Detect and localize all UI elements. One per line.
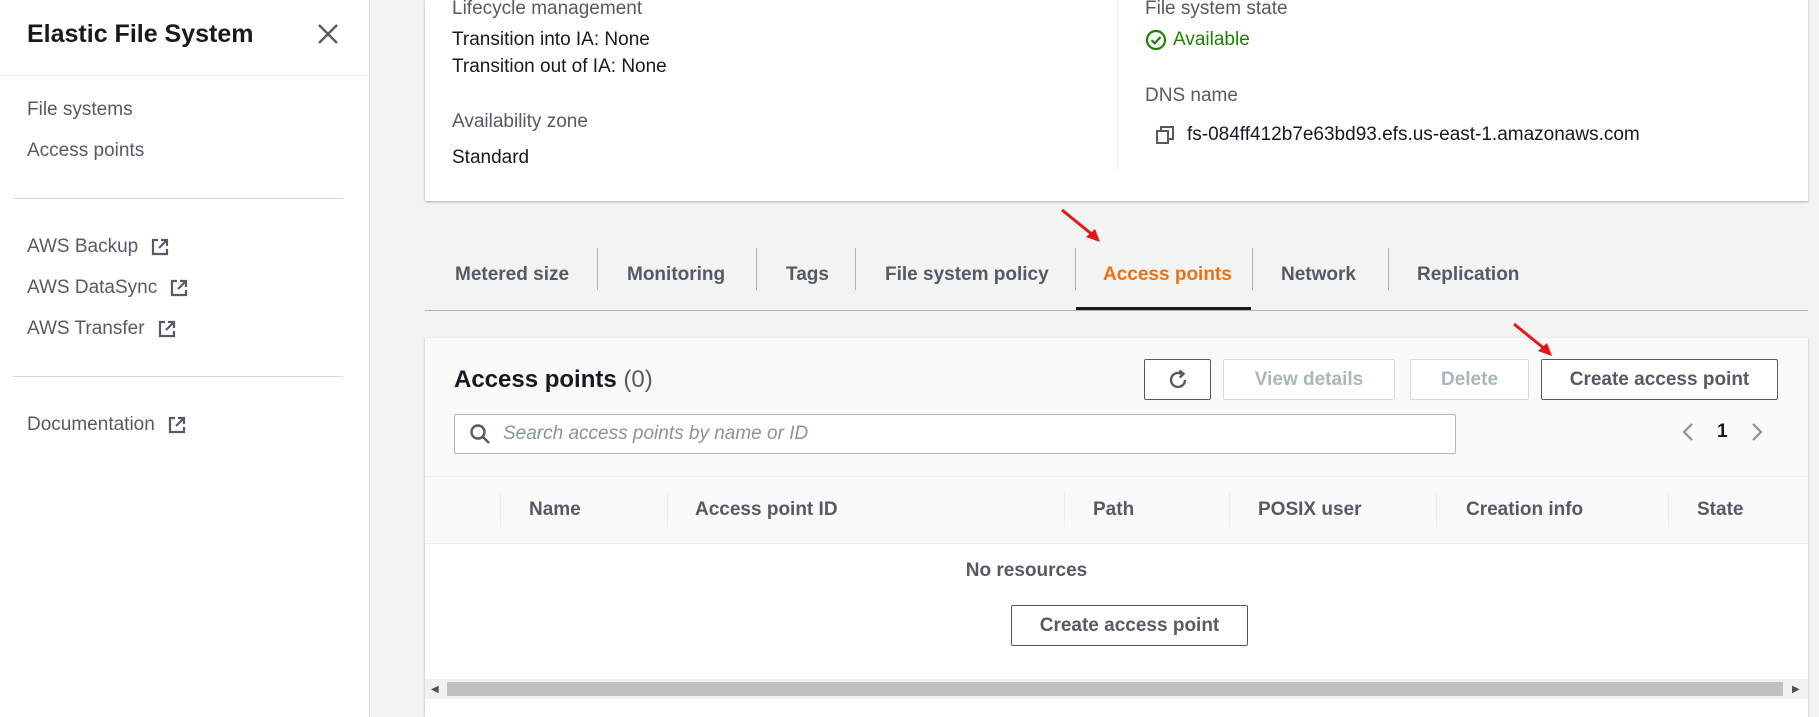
item-count: (0) (623, 366, 653, 393)
tab-monitoring[interactable]: Monitoring (627, 240, 725, 310)
next-page-icon[interactable] (1750, 421, 1764, 443)
horizontal-scrollbar[interactable]: ◀ ▶ (425, 679, 1808, 699)
file-system-state-label: File system state (1145, 0, 1288, 19)
file-system-state-value: Available (1173, 29, 1250, 50)
tab-divider (1252, 248, 1253, 290)
tab-metered-size[interactable]: Metered size (455, 240, 569, 310)
previous-page-icon[interactable] (1681, 421, 1695, 443)
delete-button[interactable]: Delete (1410, 359, 1529, 400)
refresh-icon (1169, 369, 1186, 388)
external-link-icon (168, 416, 185, 434)
sidebar-divider (13, 198, 343, 199)
availability-zone-label: Availability zone (452, 111, 588, 132)
dns-name-row: fs-084ff412b7e63bd93.efs.us-east-1.amazo… (1155, 124, 1640, 146)
sidebar-item-aws-transfer[interactable]: AWS Transfer (27, 318, 177, 340)
tab-tags[interactable]: Tags (786, 240, 829, 310)
column-header-access-point-id[interactable]: Access point ID (695, 477, 838, 543)
sidebar-divider (13, 376, 343, 377)
column-divider (1668, 493, 1669, 527)
lifecycle-label: Lifecycle management (452, 0, 643, 19)
view-details-button[interactable]: View details (1223, 359, 1395, 400)
tab-access-points[interactable]: Access points (1103, 240, 1232, 310)
sidebar-item-label: AWS Backup (27, 236, 139, 257)
refresh-button[interactable] (1144, 359, 1211, 400)
panel-title-text: Access points (454, 366, 617, 393)
column-divider (667, 493, 668, 527)
scroll-right-icon[interactable]: ▶ (1792, 684, 1800, 695)
column-divider (500, 493, 501, 527)
scrollbar-thumb[interactable] (447, 682, 1783, 696)
table-header: Name Access point ID Path POSIX user Cre… (425, 476, 1808, 544)
empty-state-create-button[interactable]: Create access point (1011, 605, 1248, 646)
pagination: 1 (1681, 421, 1764, 443)
sidebar-item-aws-datasync[interactable]: AWS DataSync (27, 277, 189, 299)
column-header-state[interactable]: State (1697, 477, 1743, 543)
check-circle-icon (1145, 29, 1167, 51)
external-link-icon (158, 320, 175, 338)
column-divider (1229, 493, 1230, 527)
dns-name-label: DNS name (1145, 85, 1238, 106)
active-tab-indicator (1076, 307, 1251, 310)
column-header-posix-user[interactable]: POSIX user (1258, 477, 1362, 543)
tab-divider (1388, 248, 1389, 290)
sidebar-item-documentation[interactable]: Documentation (27, 414, 187, 436)
external-link-icon (171, 279, 188, 297)
transition-out-value: Transition out of IA: None (452, 56, 667, 77)
sidebar-item-label: AWS Transfer (27, 318, 145, 339)
tab-bar: Metered size Monitoring Tags File system… (425, 240, 1808, 311)
dns-name-value: fs-084ff412b7e63bd93.efs.us-east-1.amazo… (1187, 124, 1640, 145)
sidebar-title: Elastic File System (27, 20, 254, 48)
sidebar-item-label: AWS DataSync (27, 277, 158, 298)
file-system-summary-card: Lifecycle management Transition into IA:… (425, 0, 1808, 201)
tab-divider (597, 248, 598, 290)
column-divider (1436, 493, 1437, 527)
panel-title: Access points (0) (454, 366, 653, 394)
tab-divider (1075, 248, 1076, 290)
scroll-left-icon[interactable]: ◀ (431, 684, 439, 695)
external-link-icon (152, 238, 169, 256)
tab-file-system-policy[interactable]: File system policy (885, 240, 1049, 310)
availability-zone-value: Standard (452, 147, 530, 168)
tab-network[interactable]: Network (1281, 240, 1356, 310)
tab-replication[interactable]: Replication (1417, 240, 1519, 310)
sidebar-header: Elastic File System (0, 0, 369, 76)
create-access-point-button[interactable]: Create access point (1541, 359, 1778, 400)
side-navigation: Elastic File System File systems Access … (0, 0, 370, 717)
column-header-path[interactable]: Path (1093, 477, 1134, 543)
status-badge: Available (1145, 29, 1250, 51)
sidebar-item-access-points[interactable]: Access points (27, 140, 144, 162)
empty-state-text: No resources (965, 560, 1088, 581)
transition-into-value: Transition into IA: None (452, 29, 650, 50)
tab-divider (855, 248, 856, 290)
tab-divider (756, 248, 757, 290)
page-number[interactable]: 1 (1717, 421, 1728, 443)
copy-icon[interactable] (1155, 125, 1175, 145)
sidebar-item-aws-backup[interactable]: AWS Backup (27, 236, 170, 258)
access-points-panel: Access points (0) View details Delete Cr… (425, 338, 1808, 717)
column-header-name[interactable]: Name (529, 477, 581, 543)
column-header-creation-info[interactable]: Creation info (1466, 477, 1583, 543)
search-input[interactable] (503, 423, 1423, 445)
sidebar-item-file-systems[interactable]: File systems (27, 99, 133, 121)
column-divider (1117, 0, 1118, 170)
column-divider (1064, 493, 1065, 527)
search-icon (470, 424, 490, 444)
search-field[interactable] (454, 414, 1456, 454)
close-icon[interactable] (314, 20, 342, 48)
sidebar-item-label: Documentation (27, 414, 155, 435)
